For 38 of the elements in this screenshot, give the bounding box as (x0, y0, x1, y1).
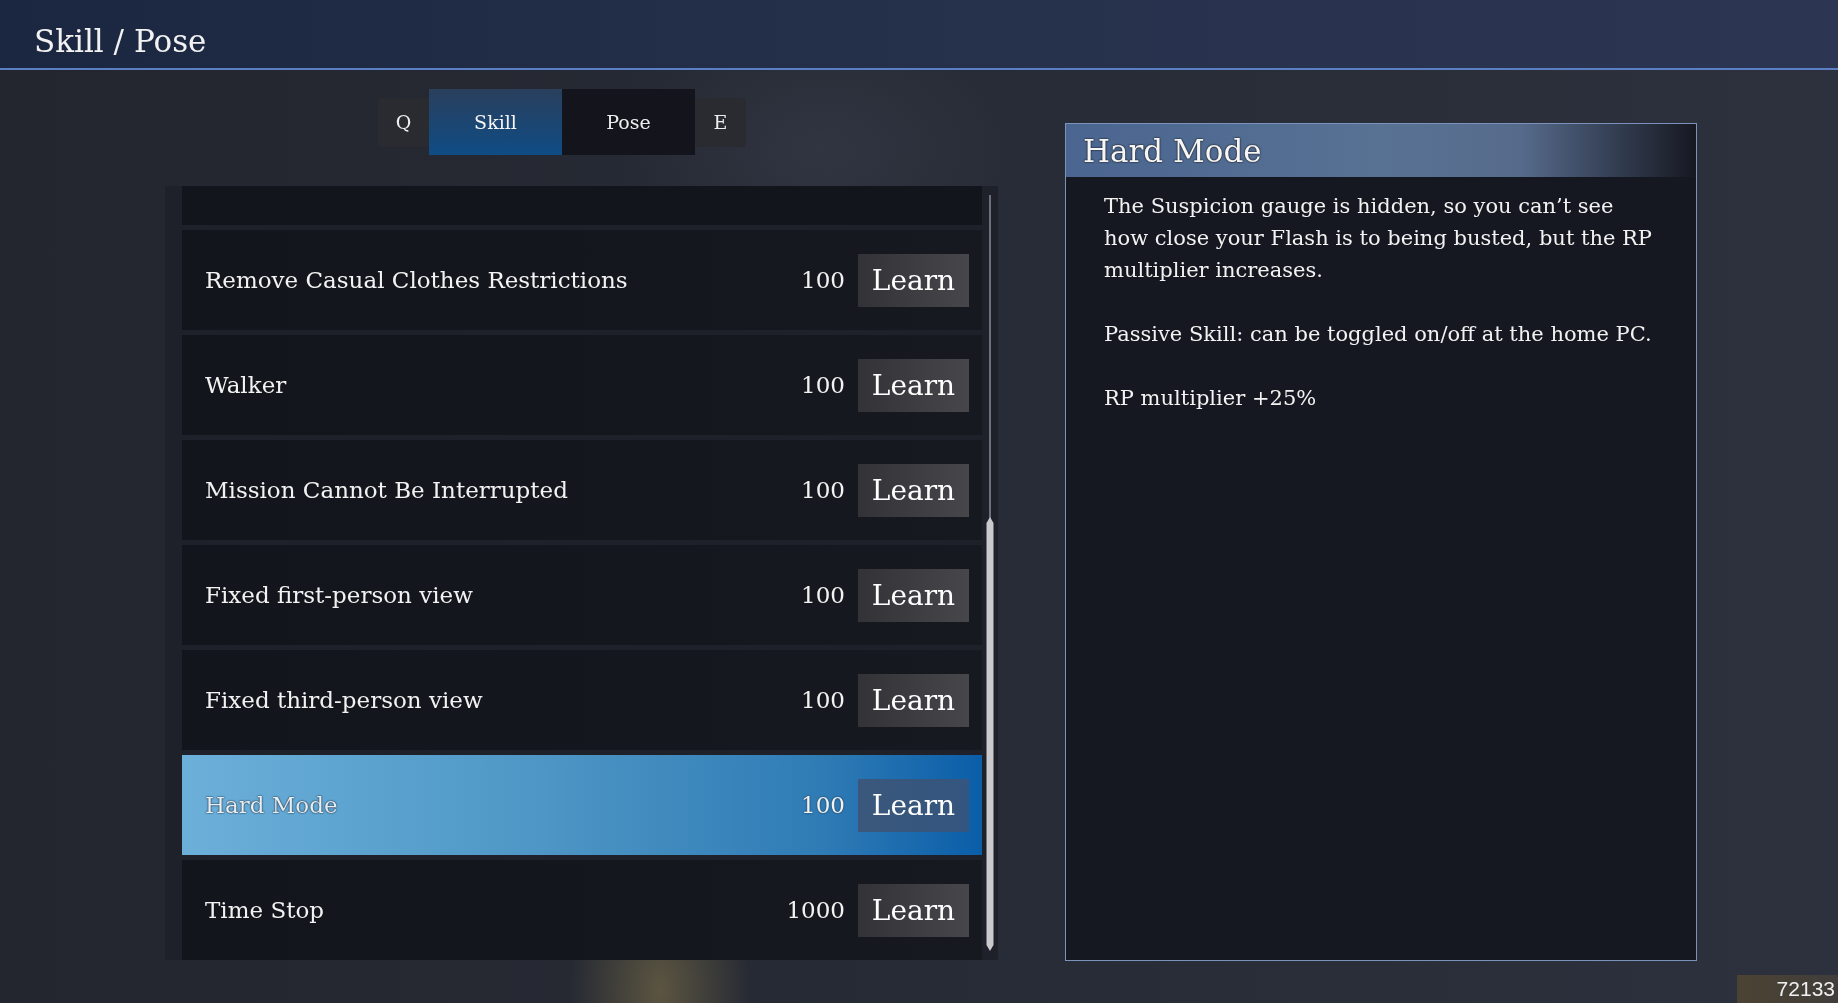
screen-title: Skill / Pose (34, 22, 207, 60)
skill-cost: 100 (801, 372, 845, 398)
skill-cost: 100 (801, 582, 845, 608)
skill-cost: 100 (801, 792, 845, 818)
skill-row[interactable]: Remove Casual Clothes Restrictions 100 Learn (182, 230, 982, 330)
skill-row[interactable]: Fixed first-person view 100 Learn (182, 545, 982, 645)
learn-button[interactable]: Learn (858, 463, 969, 517)
previous-tab-key[interactable]: Q (378, 97, 429, 147)
skill-name: Remove Casual Clothes Restrictions (205, 267, 629, 293)
skill-row[interactable]: Fixed third-person view 100 Learn (182, 650, 982, 750)
skill-name: Walker (205, 372, 288, 398)
skill-name: Time Stop (205, 897, 325, 923)
learn-button[interactable]: Learn (858, 778, 969, 832)
skill-cost: 1000 (786, 897, 845, 923)
scrollbar[interactable] (986, 195, 994, 951)
skill-name: Fixed third-person view (205, 687, 484, 713)
skill-row[interactable]: Mission Cannot Be Interrupted 100 Learn (182, 440, 982, 540)
description-text: The Suspicion gauge is hidden, so you can’t see how close your Flash is to being busted, but the RP multiplier increases. (1104, 193, 1653, 284)
learn-button[interactable]: Learn (858, 358, 969, 412)
skill-cost: 100 (801, 687, 845, 713)
skill-name: Hard Mode (205, 792, 339, 818)
tab[interactable]: Pose (562, 89, 695, 155)
skill-name: Mission Cannot Be Interrupted (205, 477, 569, 503)
learn-button[interactable]: Learn (858, 883, 969, 937)
learn-button[interactable]: Learn (858, 673, 969, 727)
skill-row[interactable]: Time Stop 1000 Learn (182, 860, 982, 960)
learn-button[interactable]: Learn (858, 568, 969, 622)
skill-cost: 100 (801, 477, 845, 503)
skill-row[interactable]: Hard Mode 100 Learn (182, 755, 982, 855)
skill-cost: 100 (801, 267, 845, 293)
skill-row[interactable]: Walker 100 Learn (182, 335, 982, 435)
learn-button[interactable]: Learn (858, 253, 969, 307)
tab[interactable]: Skill (429, 89, 562, 155)
skill-name: Fixed first-person view (205, 582, 474, 608)
description-text: RP multiplier +25% (1104, 385, 1318, 412)
description-text: Passive Skill: can be toggled on/off at the home PC. (1104, 321, 1653, 348)
currency-counter: 72133 (1736, 975, 1838, 1003)
next-tab-key[interactable]: E (695, 97, 746, 147)
